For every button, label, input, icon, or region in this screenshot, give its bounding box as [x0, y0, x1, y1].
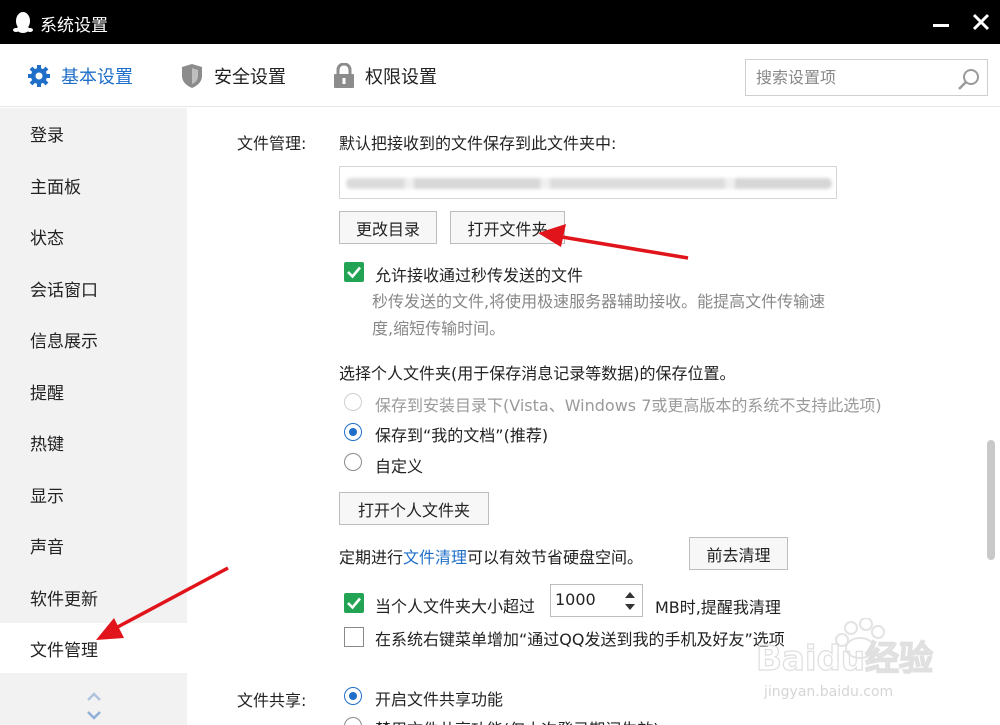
tab-basic-settings-label: 基本设置 [61, 66, 133, 88]
radio-install-dir[interactable] [344, 393, 362, 411]
personal-folder-text: 选择个人文件夹(用于保存消息记录等数据)的保存位置。 [339, 364, 736, 383]
settings-toolbar: 基本设置 安全设置 权限设置 [0, 44, 1000, 107]
sidebar-item-label: 会话窗口 [30, 280, 98, 301]
shield-icon [182, 63, 202, 88]
radio-custom-label: 自定义 [375, 457, 424, 476]
title-bar: 系统设置 [0, 0, 1000, 44]
open-folder-button[interactable]: 打开文件夹 [450, 211, 565, 244]
settings-sidebar: 登录 主面板 状态 会话窗口 信息展示 提醒 热键 显示 声音 软件更新 文件管… [0, 108, 187, 725]
gear-icon [28, 64, 50, 87]
size-reminder-label: 当个人文件夹大小超过 [375, 597, 536, 616]
context-menu-label: 在系统右键菜单增加“通过QQ发送到我的手机及好友”选项 [375, 630, 785, 649]
size-reminder-suffix: MB时,提醒我清理 [655, 598, 781, 617]
file-management-section-label: 文件管理: [237, 134, 307, 153]
sidebar-scroll-chevrons-icon[interactable] [85, 690, 103, 722]
window-title: 系统设置 [40, 16, 108, 36]
tab-permission-settings-label: 权限设置 [365, 66, 437, 88]
blurred-path-text [346, 178, 832, 189]
sidebar-item-label: 声音 [30, 537, 64, 558]
radio-custom[interactable] [344, 453, 362, 471]
sidebar-item-software-update[interactable]: 软件更新 [0, 572, 187, 622]
sidebar-item-status[interactable]: 状态 [0, 211, 187, 261]
fast-transfer-description: 秒传发送的文件,将使用极速服务器辅助接收。能提高文件传输速 度,缩短传输时间。 [372, 288, 825, 342]
context-menu-checkbox[interactable] [344, 627, 364, 647]
sidebar-item-label: 状态 [30, 228, 64, 249]
checkmark-icon [347, 597, 361, 610]
sidebar-item-chat-window[interactable]: 会话窗口 [0, 263, 187, 313]
sidebar-item-info-display[interactable]: 信息展示 [0, 314, 187, 364]
file-cleanup-link[interactable]: 文件清理 [403, 548, 467, 567]
radio-install-dir-label: 保存到安装目录下(Vista、Windows 7或更高版本的系统不支持此选项) [375, 396, 882, 415]
sidebar-item-file-management[interactable]: 文件管理 [0, 623, 187, 673]
lock-icon [334, 62, 354, 88]
tab-security-settings-label: 安全设置 [214, 66, 286, 88]
sidebar-item-display[interactable]: 显示 [0, 469, 187, 519]
file-share-section-label: 文件共享: [237, 691, 307, 710]
close-icon[interactable] [970, 10, 992, 34]
allow-fast-transfer-label: 允许接收通过秒传发送的文件 [375, 266, 584, 285]
sidebar-item-label: 信息展示 [30, 331, 98, 352]
checkmark-icon [347, 266, 361, 279]
radio-my-documents[interactable] [344, 423, 362, 441]
tab-basic-settings[interactable]: 基本设置 [27, 44, 133, 107]
sidebar-item-label: 显示 [30, 486, 64, 507]
sidebar-item-sound[interactable]: 声音 [0, 520, 187, 570]
radio-my-documents-label: 保存到“我的文档”(推荐) [375, 426, 549, 445]
minimize-button[interactable] [930, 10, 952, 34]
sidebar-item-label: 登录 [30, 125, 64, 146]
radio-enable-share-label: 开启文件共享功能 [375, 690, 504, 709]
sidebar-item-label: 主面板 [30, 177, 81, 198]
cleanup-prefix: 定期进行 [339, 548, 404, 567]
radio-disable-share-label: 禁用文件共享功能(仅本次登录期间生效) [375, 716, 660, 725]
tab-permission-settings[interactable]: 权限设置 [333, 44, 437, 107]
cleanup-hint: 定期进行文件清理可以有效节省硬盘空间。 [339, 544, 643, 568]
sidebar-item-label: 软件更新 [30, 589, 98, 610]
sidebar-item-main-panel[interactable]: 主面板 [0, 160, 187, 210]
fast-transfer-description-line: 度,缩短传输时间。 [372, 319, 506, 338]
allow-fast-transfer-checkbox[interactable] [344, 262, 364, 282]
sidebar-item-hotkey[interactable]: 热键 [0, 417, 187, 467]
settings-search-box[interactable] [745, 59, 988, 96]
default-folder-text: 默认把接收到的文件保存到此文件夹中: [339, 134, 617, 153]
stepper-arrows-icon[interactable] [624, 589, 636, 613]
baidu-paw-logo: Baidu经验 jingyan.baidu.com [755, 617, 934, 700]
sidebar-item-label: 热键 [30, 434, 64, 455]
change-directory-button[interactable]: 更改目录 [339, 211, 437, 244]
sidebar-item-label: 提醒 [30, 383, 64, 404]
sidebar-item-reminder[interactable]: 提醒 [0, 366, 187, 416]
search-input[interactable] [746, 60, 946, 95]
size-reminder-checkbox[interactable] [344, 593, 364, 613]
size-threshold-stepper[interactable]: 1000 [550, 584, 643, 617]
tab-security-settings[interactable]: 安全设置 [180, 44, 286, 107]
size-threshold-value[interactable]: 1000 [555, 590, 596, 609]
radio-enable-share[interactable] [344, 687, 362, 705]
search-icon[interactable] [957, 67, 981, 91]
content-scrollbar[interactable] [987, 440, 995, 560]
sidebar-item-login[interactable]: 登录 [0, 108, 187, 158]
cleanup-suffix: 可以有效节省硬盘空间。 [467, 548, 644, 567]
open-personal-folder-button[interactable]: 打开个人文件夹 [339, 492, 489, 525]
go-cleanup-button[interactable]: 前去清理 [689, 537, 788, 570]
fast-transfer-description-line: 秒传发送的文件,将使用极速服务器辅助接收。能提高文件传输速 [372, 292, 826, 311]
folder-path-field[interactable] [339, 166, 837, 199]
radio-disable-share[interactable] [344, 717, 362, 725]
watermark-brand: Baidu经验 [756, 639, 933, 679]
sidebar-item-label: 文件管理 [30, 640, 98, 661]
watermark-url: jingyan.baidu.com [763, 684, 893, 700]
qq-penguin-icon [13, 12, 33, 33]
baidu-jingyan-watermark: Baidu经验 jingyan.baidu.com [755, 617, 956, 718]
